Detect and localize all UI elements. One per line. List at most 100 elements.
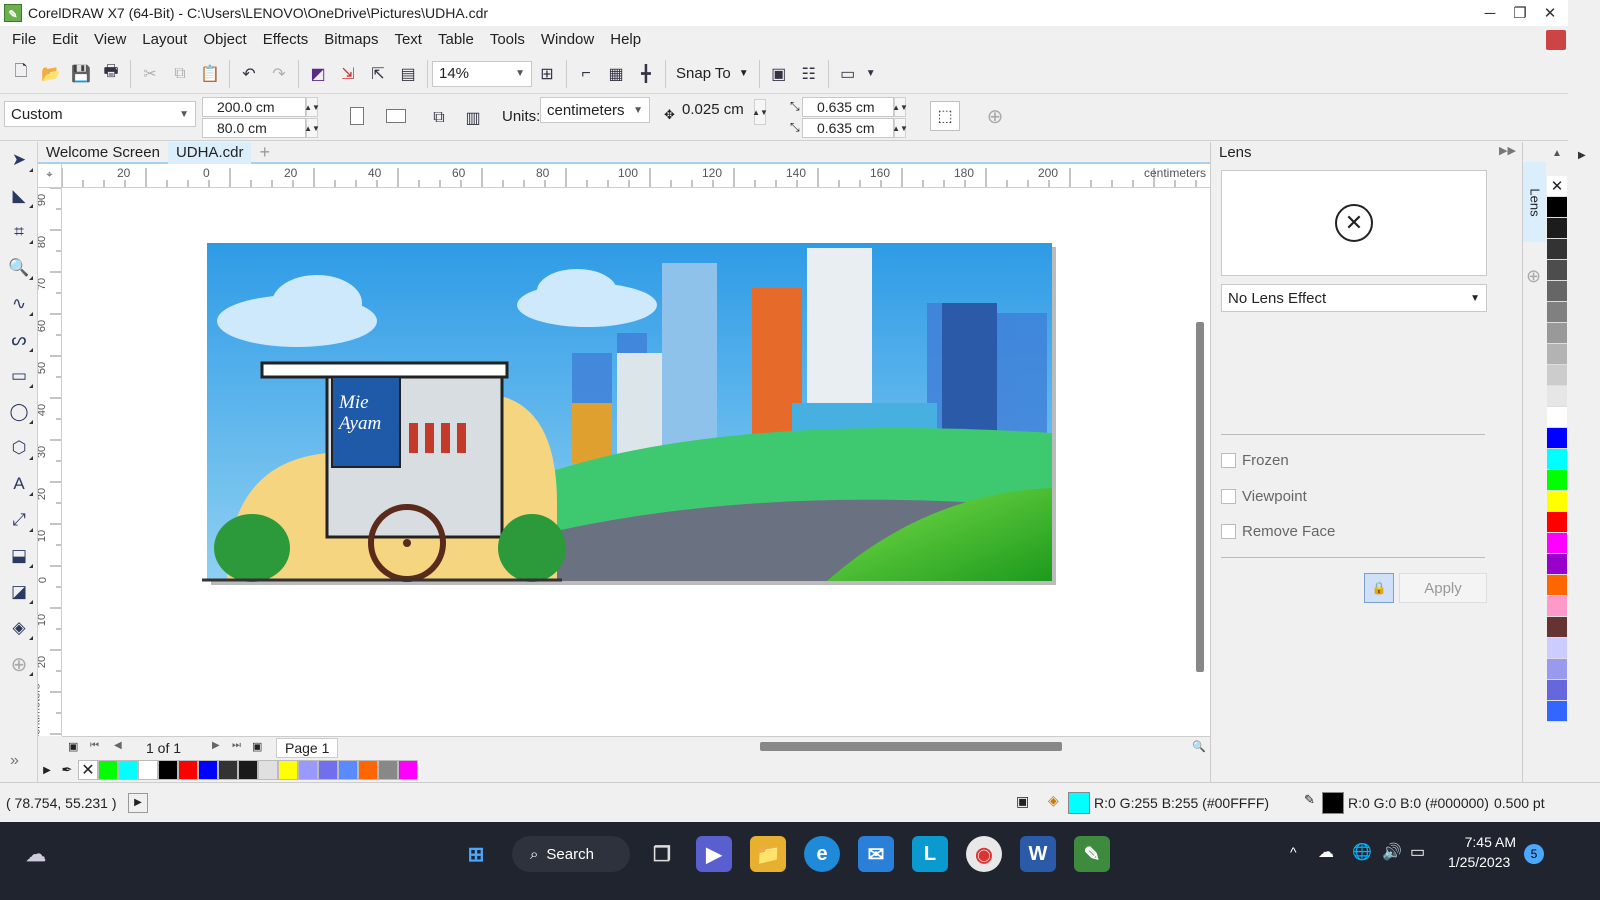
drawing-canvas[interactable]: Mie Ayam [62,188,1210,736]
menu-layout[interactable]: Layout [134,26,195,54]
page-options-icon[interactable]: ▣ [68,740,78,753]
color-swatch[interactable] [1547,218,1567,239]
pick-tool-icon[interactable]: ➤ [0,142,38,178]
units-combo[interactable]: centimeters ▼ [540,97,650,123]
snap-to-dropdown[interactable]: Snap To ▼ [670,65,755,82]
nudge-distance-field[interactable]: 0.025 cm [678,98,750,124]
taskbar-search[interactable]: ⌕ Search [512,836,630,872]
add-tool-icon[interactable]: ⊕ [0,646,38,682]
color-swatch[interactable] [1547,365,1567,386]
horizontal-ruler[interactable]: 20 0 20 40 60 80 100 120 140 160 180 200… [62,164,1210,188]
zoom-level-combo[interactable]: 14% ▼ [432,60,532,87]
tab-welcome-screen[interactable]: Welcome Screen [38,142,168,164]
color-swatch[interactable] [1547,449,1567,470]
shape-tool-icon[interactable]: ◣ [0,178,38,214]
color-swatch[interactable] [1547,281,1567,302]
current-page-icon[interactable]: ▥ [458,103,488,133]
onedrive-icon[interactable]: ☁ [1318,842,1334,862]
color-swatch[interactable] [278,760,298,780]
color-swatch[interactable] [1547,596,1567,617]
rectangle-tool-icon[interactable]: ▭ [0,358,38,394]
new-tab-plus-icon[interactable]: + [251,142,278,164]
import-icon[interactable]: ⇲ [333,59,363,89]
file-explorer-icon[interactable]: 📁 [750,836,786,872]
cut-icon[interactable]: ✂ [135,59,165,89]
viewpoint-checkbox[interactable]: Viewpoint [1221,488,1307,505]
drop-shadow-tool-icon[interactable]: ◪ [0,574,38,610]
application-launcher-icon[interactable]: ☷ [794,59,824,89]
color-swatch[interactable] [1547,344,1567,365]
add-icon[interactable]: ⊕ [980,101,1010,131]
copy-icon[interactable]: ⧉ [165,59,195,89]
chrome-icon[interactable]: ◉ [966,836,1002,872]
color-swatch[interactable] [1547,428,1567,449]
show-grid-icon[interactable]: ▦ [601,59,631,89]
fill-color-swatch[interactable] [1068,792,1090,814]
export-icon[interactable]: ⇱ [363,59,393,89]
menu-tools[interactable]: Tools [482,26,533,54]
color-swatch[interactable] [1547,239,1567,260]
show-guidelines-icon[interactable]: ╋ [631,59,661,89]
color-swatch[interactable] [1547,680,1567,701]
menu-view[interactable]: View [86,26,134,54]
word-icon[interactable]: W [1020,836,1056,872]
color-swatch[interactable] [1547,470,1567,491]
undo-icon[interactable]: ↶ [234,59,264,89]
duplicate-distance-y-field[interactable]: 0.635 cm [802,118,894,138]
color-swatch[interactable] [1547,491,1567,512]
page-size-preset-combo[interactable]: Custom ▼ [4,101,196,127]
color-swatch[interactable] [1547,617,1567,638]
color-proofing-icon[interactable]: ▣ [1016,793,1029,810]
new-document-icon[interactable]: 🗋 [6,59,36,89]
color-swatch[interactable] [1547,323,1567,344]
menu-bitmaps[interactable]: Bitmaps [316,26,386,54]
search-content-icon[interactable]: ◩ [303,59,333,89]
chat-icon[interactable]: ▶ [696,836,732,872]
battery-icon[interactable]: ▭ [1410,842,1425,862]
connector-tool-icon[interactable]: ⬓ [0,538,38,574]
treat-as-filled-icon[interactable]: ⬚ [930,101,960,131]
color-swatch[interactable] [1547,533,1567,554]
text-tool-icon[interactable]: A [0,466,38,502]
palette-scroll-up-icon[interactable]: ▲ [1546,142,1568,176]
color-swatch[interactable] [258,760,278,780]
frozen-checkbox[interactable]: Frozen [1221,452,1289,469]
lenovo-vantage-icon[interactable]: L [912,836,948,872]
mail-icon[interactable]: ✉ [858,836,894,872]
nudge-stepper[interactable]: ▲▼ [752,99,768,125]
publish-pdf-icon[interactable]: ▤ [393,59,423,89]
coreldraw-taskbar-icon[interactable]: ✎ [1074,836,1110,872]
paste-icon[interactable]: 📋 [195,59,225,89]
options-icon[interactable]: ▣ [764,59,794,89]
menu-window[interactable]: Window [533,26,602,54]
user-account-icon[interactable] [1546,30,1566,50]
menu-table[interactable]: Table [430,26,482,54]
notification-badge[interactable]: 5 [1524,844,1544,864]
apply-button[interactable]: Apply [1399,573,1487,603]
weather-icon[interactable]: ☁ [18,836,54,872]
menu-edit[interactable]: Edit [44,26,86,54]
tab-udha-cdr[interactable]: UDHA.cdr [167,142,252,164]
zoom-navigator-icon[interactable]: 🔍 [1192,740,1206,753]
polygon-tool-icon[interactable]: ⬡ [0,430,38,466]
color-swatch[interactable] [178,760,198,780]
print-icon[interactable]: 🖶 [96,59,126,89]
fill-tool-icon[interactable]: ◈ [0,610,38,646]
page-width-stepper[interactable]: ▲▼ [304,97,320,117]
vertical-ruler[interactable]: 90 80 70 60 50 40 30 20 10 0 10 20 centi… [38,188,62,736]
color-swatch[interactable] [198,760,218,780]
first-page-icon[interactable]: ⏮ [90,740,99,751]
landscape-icon[interactable] [386,109,406,123]
close-button[interactable]: ✕ [1534,0,1566,26]
color-swatch[interactable] [1547,407,1567,428]
color-swatch[interactable] [238,760,258,780]
page-1-tab[interactable]: Page 1 [276,738,339,758]
color-swatch[interactable] [138,760,158,780]
next-page-icon[interactable]: ▶ [212,740,220,751]
volume-icon[interactable]: 🔊 [1382,842,1402,862]
duplicate-distance-x-field[interactable]: 0.635 cm [802,97,894,117]
dimension-tool-icon[interactable]: ⤢ [0,502,38,538]
color-swatch[interactable] [1547,659,1567,680]
eyedropper-icon[interactable]: ✒ [56,762,78,778]
color-swatch[interactable] [1547,386,1567,407]
